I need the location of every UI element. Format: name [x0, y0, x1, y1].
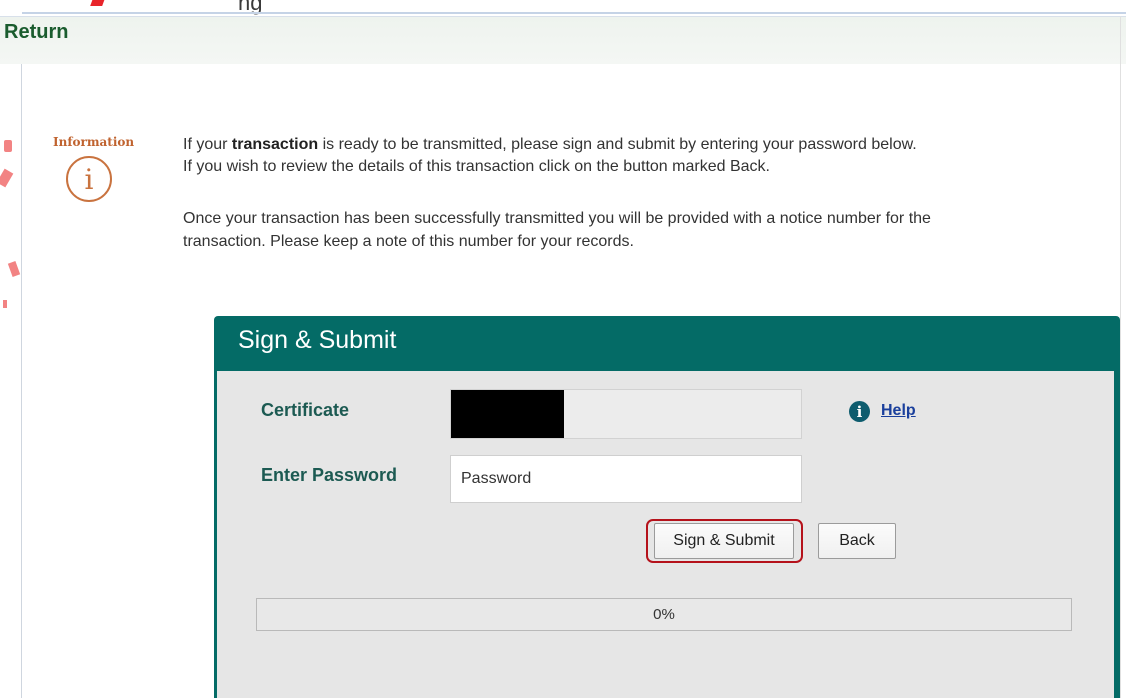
certificate-label: Certificate [261, 400, 350, 420]
page: ng Return Information i If your transact… [0, 0, 1126, 698]
password-label: Enter Password [261, 465, 398, 485]
info-paragraph-4: transaction. Please keep a note of this … [183, 233, 634, 250]
info-paragraph-1: If your transaction is ready to be trans… [183, 134, 1123, 156]
panel-body: Certificate i Help Enter Password Sign &… [217, 371, 1114, 698]
content-border [21, 64, 22, 698]
watermark-mark [3, 300, 7, 308]
paragraph-text: is ready to be transmitted, please sign … [318, 136, 917, 153]
paragraph-text: If your [183, 136, 232, 153]
header-divider [22, 12, 1126, 14]
progress-bar: 0% [256, 598, 1072, 631]
sign-submit-button[interactable]: Sign & Submit [654, 523, 794, 559]
information-label: Information [53, 135, 135, 149]
information-circle-icon: i [66, 156, 112, 202]
redacted-certificate [451, 390, 564, 438]
info-filled-icon[interactable]: i [849, 401, 870, 422]
info-paragraph-3: Once your transaction has been successfu… [183, 210, 931, 227]
help-link[interactable]: Help [881, 402, 916, 420]
paragraph-bold-text: transaction [231, 136, 319, 153]
watermark-mark [7, 261, 21, 277]
back-button[interactable]: Back [818, 523, 896, 559]
certificate-field[interactable] [450, 389, 802, 439]
info-paragraph-2: If you wish to review the details of thi… [183, 158, 770, 175]
top-strip: ng [0, 0, 1126, 16]
right-border [1120, 16, 1121, 698]
panel-title: Sign & Submit [238, 326, 397, 354]
watermark-mark [0, 168, 14, 188]
page-title: Return [4, 21, 69, 43]
logo-fragment [90, 0, 106, 6]
sign-submit-panel: Sign & Submit Certificate i Help Enter P… [214, 316, 1120, 698]
watermark-mark [4, 140, 12, 152]
password-input[interactable] [450, 455, 802, 503]
return-bar: Return [0, 16, 1126, 64]
progress-text: 0% [653, 606, 675, 623]
